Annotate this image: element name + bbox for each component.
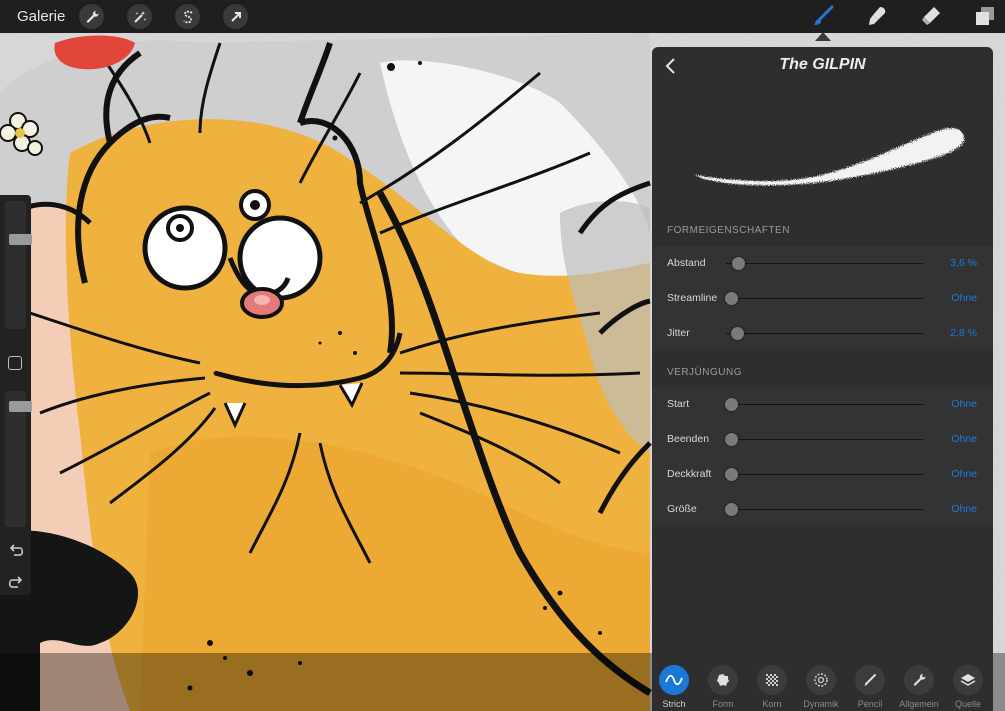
setting-value: 3,6 % — [950, 257, 977, 269]
setting-label: Beenden — [667, 433, 710, 445]
slider-knob[interactable] — [725, 503, 738, 516]
tab-shape[interactable]: Form — [703, 665, 743, 709]
brush-icon[interactable] — [810, 3, 836, 29]
slider-track[interactable] — [726, 298, 923, 299]
tab-label: Form — [712, 699, 734, 709]
slider-knob[interactable] — [725, 292, 738, 305]
setting-label: Abstand — [667, 257, 706, 269]
slider-track[interactable] — [726, 404, 923, 405]
taper-group: Start Ohne Beenden Ohne Deckkraft Ohne G… — [652, 387, 993, 527]
tab-stroke[interactable]: Strich — [654, 665, 694, 709]
redo-icon[interactable] — [6, 573, 26, 593]
tab-source[interactable]: Quelle — [948, 665, 988, 709]
setting-label: Jitter — [667, 327, 690, 339]
slider-track[interactable] — [726, 439, 923, 440]
panel-header: The GILPIN — [652, 47, 993, 85]
setting-row-spacing[interactable]: Abstand 3,6 % — [652, 246, 993, 281]
gallery-button[interactable]: Galerie — [17, 8, 65, 25]
setting-label: Streamline — [667, 292, 718, 304]
brush-stroke-preview — [652, 85, 993, 215]
slider-knob[interactable] — [732, 257, 746, 270]
slider-knob[interactable] — [730, 327, 744, 340]
brush-settings-tabs: Strich Form Korn Dynamik Pencil Allgemei… — [652, 659, 993, 711]
slider-knob[interactable] — [725, 433, 738, 446]
brush-size-thumb[interactable] — [9, 233, 32, 245]
shape-properties-group: Abstand 3,6 % Streamline Ohne Jitter 2,8… — [652, 246, 993, 351]
brush-title: The GILPIN — [779, 56, 866, 73]
slider-track[interactable] — [726, 509, 923, 510]
stroke-wave-icon — [659, 665, 689, 695]
section-label-taper: VERJÜNGUNG — [667, 367, 743, 378]
pencil-icon — [855, 665, 885, 695]
setting-row-size[interactable]: Größe Ohne — [652, 492, 993, 527]
general-wrench-icon — [904, 665, 934, 695]
tab-general[interactable]: Allgemein — [899, 665, 939, 709]
setting-value: Ohne — [951, 433, 977, 445]
slider-track[interactable] — [726, 474, 923, 475]
setting-row-start[interactable]: Start Ohne — [652, 387, 993, 422]
opacity-slider[interactable] — [5, 391, 32, 527]
selection-s-icon[interactable] — [175, 4, 200, 29]
setting-row-end[interactable]: Beenden Ohne — [652, 422, 993, 457]
tab-label: Korn — [762, 699, 782, 709]
modify-button[interactable] — [8, 356, 22, 370]
tab-pencil[interactable]: Pencil — [850, 665, 890, 709]
eraser-icon[interactable] — [918, 3, 944, 29]
opacity-thumb[interactable] — [9, 401, 32, 412]
section-label-shape-properties: FORMEIGENSCHAFTEN — [667, 225, 790, 236]
setting-label: Start — [667, 398, 690, 410]
brush-settings-panel: The GILPIN FORMEIGENSCHAFTEN Abstand 3,6… — [652, 47, 993, 711]
tab-grain[interactable]: Korn — [752, 665, 792, 709]
slider-knob[interactable] — [725, 468, 738, 481]
tab-label: Allgemein — [899, 699, 939, 709]
shape-icon — [708, 665, 738, 695]
source-layers-icon — [953, 665, 983, 695]
setting-value: Ohne — [951, 292, 977, 304]
left-sidebar — [0, 195, 32, 595]
layers-icon[interactable] — [972, 3, 998, 29]
setting-value: 2,8 % — [950, 327, 977, 339]
setting-label: Größe — [667, 503, 697, 515]
tab-label: Dynamik — [803, 699, 839, 709]
setting-row-opacity[interactable]: Deckkraft Ohne — [652, 457, 993, 492]
arrow-cursor-icon[interactable] — [223, 4, 248, 29]
setting-label: Deckkraft — [667, 468, 712, 480]
tab-label: Strich — [662, 699, 686, 709]
setting-value: Ohne — [951, 398, 977, 410]
top-toolbar: Galerie — [0, 0, 1005, 33]
magic-wand-icon[interactable] — [127, 4, 152, 29]
smudge-icon[interactable] — [864, 3, 890, 29]
tab-label: Quelle — [954, 699, 981, 709]
setting-row-jitter[interactable]: Jitter 2,8 % — [652, 316, 993, 351]
tab-label: Pencil — [857, 699, 883, 709]
setting-value: Ohne — [951, 468, 977, 480]
wrench-icon[interactable] — [79, 4, 104, 29]
slider-track[interactable] — [726, 263, 923, 264]
undo-icon[interactable] — [6, 541, 26, 561]
brush-size-slider[interactable] — [5, 201, 32, 329]
dynamics-icon — [806, 665, 836, 695]
slider-track[interactable] — [726, 333, 923, 334]
setting-row-streamline[interactable]: Streamline Ohne — [652, 281, 993, 316]
tab-dynamics[interactable]: Dynamik — [801, 665, 841, 709]
slider-knob[interactable] — [725, 398, 738, 411]
setting-value: Ohne — [951, 503, 977, 515]
panel-pointer — [815, 32, 831, 41]
grain-icon — [757, 665, 787, 695]
